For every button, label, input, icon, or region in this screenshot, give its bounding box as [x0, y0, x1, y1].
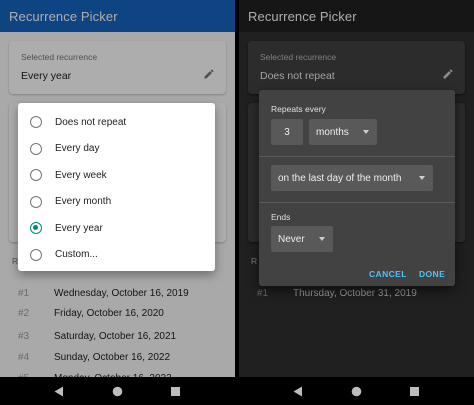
- nav-home-icon[interactable]: [349, 384, 363, 398]
- monthly-option-value: on the last day of the month: [278, 172, 402, 184]
- unit-value: months: [316, 126, 349, 138]
- repeats-every-label: Repeats every: [271, 104, 326, 114]
- done-button[interactable]: DONE: [419, 269, 445, 279]
- option-custom[interactable]: Custom...: [18, 242, 215, 269]
- option-every-month[interactable]: Every month: [18, 189, 215, 216]
- monthly-option-dropdown[interactable]: on the last day of the month: [271, 165, 433, 191]
- cancel-button[interactable]: CANCEL: [369, 269, 407, 279]
- option-label: Every week: [55, 169, 107, 181]
- frequency-input[interactable]: 3: [271, 119, 303, 145]
- divider: [259, 202, 455, 203]
- nav-back-icon[interactable]: [52, 384, 66, 398]
- nav-recents-icon[interactable]: [169, 384, 183, 398]
- option-label: Does not repeat: [55, 116, 127, 128]
- nav-home-icon[interactable]: [110, 384, 124, 398]
- ends-label: Ends: [271, 212, 291, 222]
- option-label: Every month: [55, 196, 112, 208]
- dark-screen: Recurrence Picker Selected recurrence Do…: [239, 0, 474, 405]
- radio-button[interactable]: [30, 169, 42, 182]
- dropdown-caret-icon: [319, 237, 325, 241]
- recurrence-options-dialog: Does not repeat Every day Every week Eve…: [18, 103, 215, 271]
- system-nav-bar: [239, 377, 474, 405]
- radio-button[interactable]: [30, 195, 42, 208]
- custom-recurrence-dialog: Repeats every 3 months on the last day o…: [259, 90, 455, 286]
- radio-button[interactable]: [30, 142, 42, 155]
- light-screen: Recurrence Picker Selected recurrence Ev…: [0, 0, 235, 405]
- option-every-day[interactable]: Every day: [18, 136, 215, 163]
- option-does-not-repeat[interactable]: Does not repeat: [18, 109, 215, 136]
- ends-value: Never: [278, 233, 305, 245]
- option-label: Every day: [55, 143, 100, 155]
- system-nav-bar: [0, 377, 235, 405]
- frequency-unit-dropdown[interactable]: months: [309, 119, 377, 145]
- nav-back-icon[interactable]: [291, 384, 305, 398]
- option-label: Every year: [55, 222, 103, 234]
- ends-dropdown[interactable]: Never: [271, 226, 333, 252]
- radio-button-selected[interactable]: [30, 222, 42, 235]
- divider: [259, 156, 455, 157]
- radio-button[interactable]: [30, 248, 42, 261]
- option-label: Custom...: [55, 249, 98, 261]
- dropdown-caret-icon: [419, 176, 425, 180]
- radio-button[interactable]: [30, 116, 42, 129]
- nav-recents-icon[interactable]: [408, 384, 422, 398]
- option-every-week[interactable]: Every week: [18, 162, 215, 189]
- option-every-year[interactable]: Every year: [18, 215, 215, 242]
- dropdown-caret-icon: [363, 130, 369, 134]
